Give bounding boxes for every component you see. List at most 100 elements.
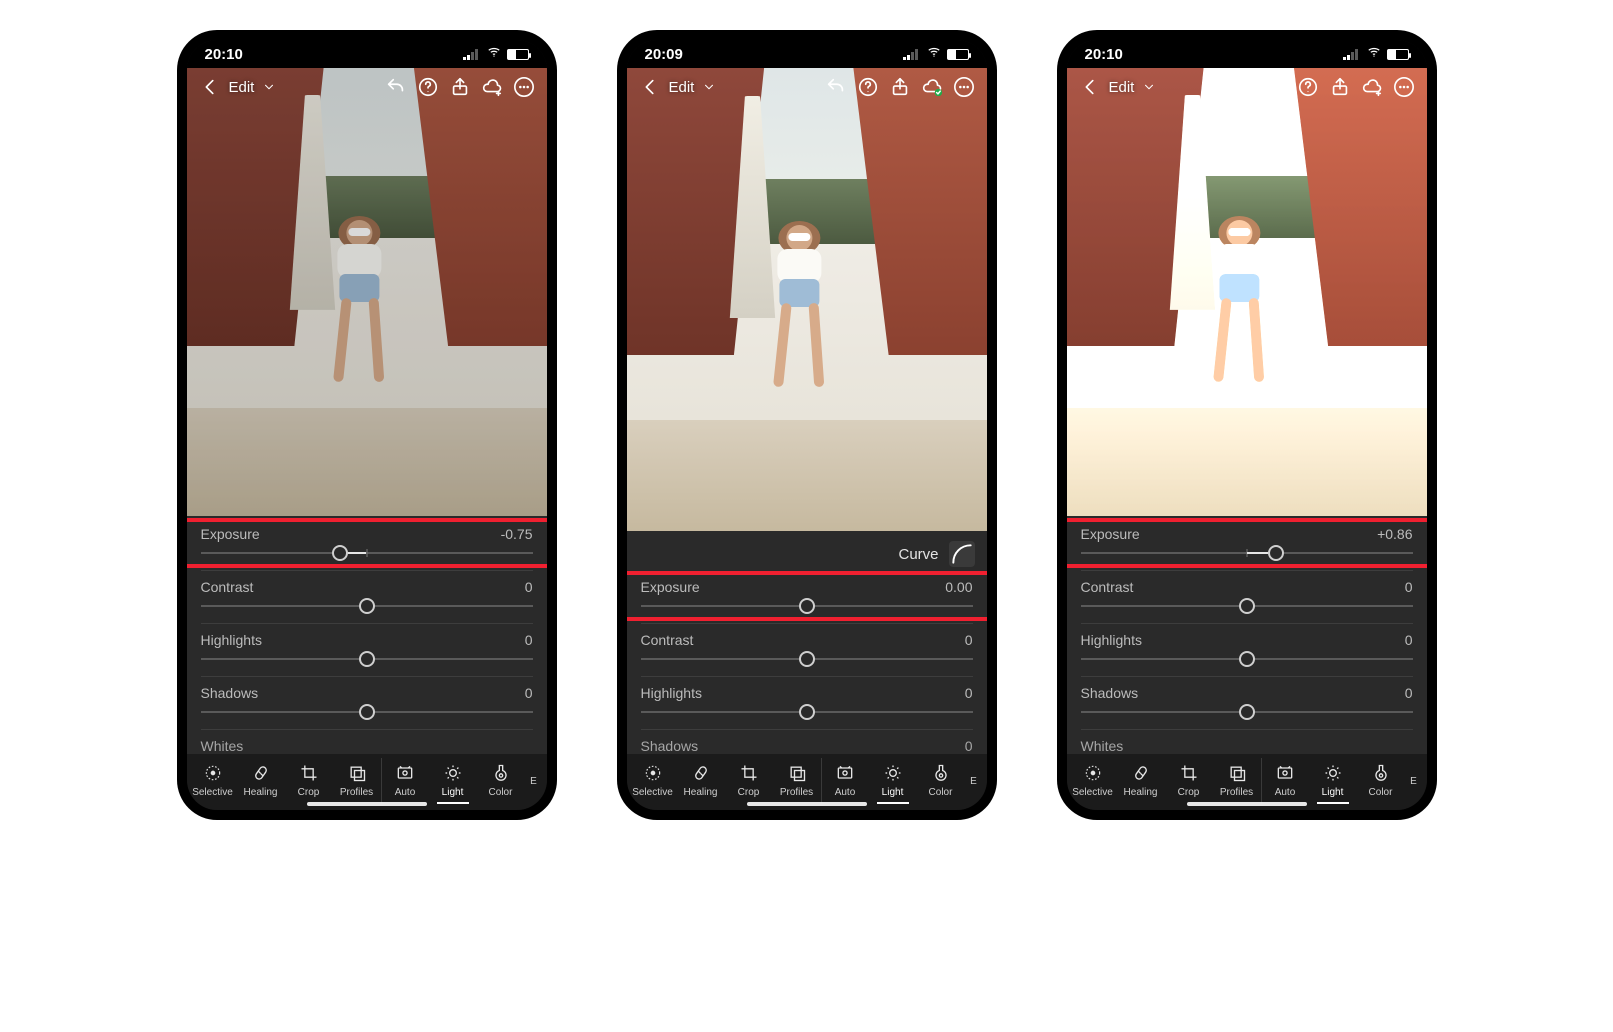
toolbar-overflow[interactable]: E xyxy=(1405,776,1423,787)
slider[interactable] xyxy=(1081,597,1413,615)
slider-knob[interactable] xyxy=(1239,651,1255,667)
tool-profiles[interactable]: Profiles xyxy=(333,758,381,804)
light-panel: Exposure +0.86 Contrast 0 xyxy=(1067,516,1427,754)
tool-light[interactable]: Light xyxy=(1309,758,1357,804)
highlights-value: 0 xyxy=(525,632,533,648)
tool-healing[interactable]: Healing xyxy=(1117,758,1165,804)
toolbar-overflow[interactable]: E xyxy=(525,776,543,787)
slider-knob[interactable] xyxy=(799,704,815,720)
slider[interactable] xyxy=(201,650,533,668)
divider xyxy=(641,623,973,624)
tool-healing[interactable]: Healing xyxy=(677,758,725,804)
tool-profiles[interactable]: Profiles xyxy=(773,758,821,804)
help-icon[interactable] xyxy=(1297,76,1319,98)
slider-knob[interactable] xyxy=(799,651,815,667)
photo-preview[interactable] xyxy=(1067,68,1427,516)
slider-knob[interactable] xyxy=(359,651,375,667)
chevron-down-icon[interactable] xyxy=(262,80,276,94)
tool-crop[interactable]: Crop xyxy=(285,758,333,804)
tool-light[interactable]: Light xyxy=(429,758,477,804)
slider[interactable] xyxy=(201,703,533,721)
tool-label: Selective xyxy=(1072,787,1113,798)
light-icon xyxy=(882,762,904,784)
tool-crop[interactable]: Crop xyxy=(1165,758,1213,804)
home-indicator[interactable] xyxy=(1187,802,1307,806)
photo-preview[interactable] xyxy=(627,68,987,531)
home-indicator[interactable] xyxy=(747,802,867,806)
slider[interactable] xyxy=(641,597,973,615)
toolbar-overflow[interactable]: E xyxy=(965,776,983,787)
back-icon[interactable] xyxy=(199,76,221,98)
help-icon[interactable] xyxy=(857,76,879,98)
slider-knob[interactable] xyxy=(799,598,815,614)
slider[interactable] xyxy=(641,650,973,668)
tool-auto[interactable]: Auto xyxy=(381,758,429,804)
healing-icon xyxy=(690,762,712,784)
status-right xyxy=(903,45,969,63)
chevron-down-icon[interactable] xyxy=(1142,80,1156,94)
tool-selective[interactable]: Selective xyxy=(1069,758,1117,804)
undo-icon[interactable] xyxy=(385,76,407,98)
back-icon[interactable] xyxy=(1079,76,1101,98)
help-icon[interactable] xyxy=(417,76,439,98)
slider-knob[interactable] xyxy=(332,545,348,561)
tool-color[interactable]: Color xyxy=(1357,758,1405,804)
curve-icon[interactable] xyxy=(949,541,975,567)
tool-profiles[interactable]: Profiles xyxy=(1213,758,1261,804)
undo-icon[interactable] xyxy=(825,76,847,98)
setting-whites-partial: Whites xyxy=(1067,734,1427,754)
shadows-label: Shadows xyxy=(201,685,259,701)
slider[interactable] xyxy=(1081,703,1413,721)
tool-label: Auto xyxy=(835,787,856,798)
edit-dropdown[interactable]: Edit xyxy=(669,79,695,96)
home-indicator[interactable] xyxy=(307,802,427,806)
edit-dropdown[interactable]: Edit xyxy=(229,79,255,96)
slider-knob[interactable] xyxy=(1239,598,1255,614)
divider xyxy=(201,676,533,677)
tool-selective[interactable]: Selective xyxy=(189,758,237,804)
slider-knob[interactable] xyxy=(359,704,375,720)
tool-crop[interactable]: Crop xyxy=(725,758,773,804)
tool-auto[interactable]: Auto xyxy=(1261,758,1309,804)
chevron-down-icon[interactable] xyxy=(702,80,716,94)
back-icon[interactable] xyxy=(639,76,661,98)
tool-label: Profiles xyxy=(780,787,813,798)
whites-label: Whites xyxy=(1081,738,1124,754)
setting-exposure: Exposure +0.86 xyxy=(1067,522,1427,566)
slider[interactable] xyxy=(201,544,533,562)
slider-knob[interactable] xyxy=(1239,704,1255,720)
more-icon[interactable] xyxy=(1393,76,1415,98)
tool-color[interactable]: Color xyxy=(477,758,525,804)
slider[interactable] xyxy=(1081,544,1413,562)
cloud-check-icon[interactable] xyxy=(921,76,943,98)
tool-label: Healing xyxy=(1124,787,1158,798)
selective-icon xyxy=(1082,762,1104,784)
cloud-plus-icon[interactable] xyxy=(481,76,503,98)
curve-label[interactable]: Curve xyxy=(898,546,938,563)
tool-light[interactable]: Light xyxy=(869,758,917,804)
slider-knob[interactable] xyxy=(359,598,375,614)
divider xyxy=(201,729,533,730)
slider[interactable] xyxy=(201,597,533,615)
color-icon xyxy=(1370,762,1392,784)
cloud-plus-icon[interactable] xyxy=(1361,76,1383,98)
setting-whites-partial: Whites xyxy=(187,734,547,754)
photo-preview[interactable] xyxy=(187,68,547,516)
share-icon[interactable] xyxy=(449,76,471,98)
share-icon[interactable] xyxy=(1329,76,1351,98)
tool-color[interactable]: Color xyxy=(917,758,965,804)
undo-icon[interactable] xyxy=(1265,76,1287,98)
slider[interactable] xyxy=(1081,650,1413,668)
wifi-icon xyxy=(926,45,942,63)
battery-icon xyxy=(1387,49,1409,60)
edit-dropdown[interactable]: Edit xyxy=(1109,79,1135,96)
tool-auto[interactable]: Auto xyxy=(821,758,869,804)
slider-knob[interactable] xyxy=(1268,545,1284,561)
slider[interactable] xyxy=(641,703,973,721)
tool-selective[interactable]: Selective xyxy=(629,758,677,804)
share-icon[interactable] xyxy=(889,76,911,98)
more-icon[interactable] xyxy=(513,76,535,98)
more-icon[interactable] xyxy=(953,76,975,98)
contrast-label: Contrast xyxy=(201,579,254,595)
tool-healing[interactable]: Healing xyxy=(237,758,285,804)
